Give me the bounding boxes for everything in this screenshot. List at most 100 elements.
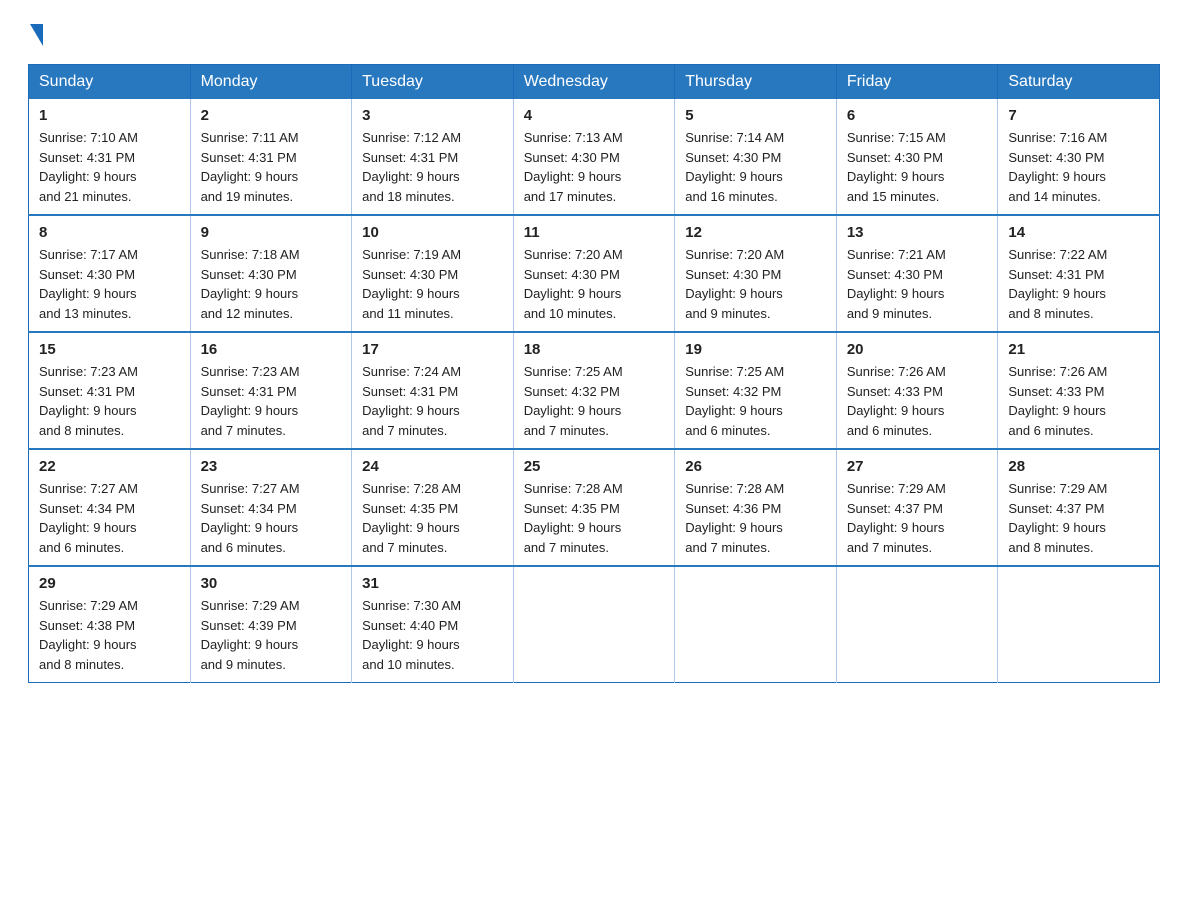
day-info: Sunrise: 7:22 AM Sunset: 4:31 PM Dayligh…	[1008, 245, 1149, 323]
calendar-cell: 2 Sunrise: 7:11 AM Sunset: 4:31 PM Dayli…	[190, 99, 352, 215]
day-number: 20	[847, 341, 988, 358]
day-number: 10	[362, 224, 503, 241]
day-info: Sunrise: 7:28 AM Sunset: 4:35 PM Dayligh…	[362, 479, 503, 557]
calendar-cell: 14 Sunrise: 7:22 AM Sunset: 4:31 PM Dayl…	[998, 215, 1160, 332]
calendar-cell: 16 Sunrise: 7:23 AM Sunset: 4:31 PM Dayl…	[190, 332, 352, 449]
day-info: Sunrise: 7:26 AM Sunset: 4:33 PM Dayligh…	[847, 362, 988, 440]
day-number: 11	[524, 224, 665, 241]
day-info: Sunrise: 7:23 AM Sunset: 4:31 PM Dayligh…	[39, 362, 180, 440]
calendar-cell: 24 Sunrise: 7:28 AM Sunset: 4:35 PM Dayl…	[352, 449, 514, 566]
day-number: 9	[201, 224, 342, 241]
day-info: Sunrise: 7:20 AM Sunset: 4:30 PM Dayligh…	[685, 245, 826, 323]
calendar-cell: 25 Sunrise: 7:28 AM Sunset: 4:35 PM Dayl…	[513, 449, 675, 566]
header-day-monday: Monday	[190, 65, 352, 100]
calendar-cell	[998, 566, 1160, 683]
day-info: Sunrise: 7:24 AM Sunset: 4:31 PM Dayligh…	[362, 362, 503, 440]
calendar-cell: 10 Sunrise: 7:19 AM Sunset: 4:30 PM Dayl…	[352, 215, 514, 332]
day-number: 21	[1008, 341, 1149, 358]
day-info: Sunrise: 7:18 AM Sunset: 4:30 PM Dayligh…	[201, 245, 342, 323]
day-number: 17	[362, 341, 503, 358]
logo-arrow-icon	[30, 24, 43, 46]
calendar-cell: 26 Sunrise: 7:28 AM Sunset: 4:36 PM Dayl…	[675, 449, 837, 566]
calendar-week-4: 22 Sunrise: 7:27 AM Sunset: 4:34 PM Dayl…	[29, 449, 1160, 566]
day-number: 8	[39, 224, 180, 241]
day-number: 6	[847, 107, 988, 124]
day-number: 23	[201, 458, 342, 475]
day-number: 1	[39, 107, 180, 124]
calendar-week-1: 1 Sunrise: 7:10 AM Sunset: 4:31 PM Dayli…	[29, 99, 1160, 215]
day-number: 2	[201, 107, 342, 124]
calendar-cell	[513, 566, 675, 683]
calendar-cell: 20 Sunrise: 7:26 AM Sunset: 4:33 PM Dayl…	[836, 332, 998, 449]
calendar-cell: 31 Sunrise: 7:30 AM Sunset: 4:40 PM Dayl…	[352, 566, 514, 683]
calendar-cell: 29 Sunrise: 7:29 AM Sunset: 4:38 PM Dayl…	[29, 566, 191, 683]
day-info: Sunrise: 7:26 AM Sunset: 4:33 PM Dayligh…	[1008, 362, 1149, 440]
calendar-cell: 8 Sunrise: 7:17 AM Sunset: 4:30 PM Dayli…	[29, 215, 191, 332]
calendar-cell: 6 Sunrise: 7:15 AM Sunset: 4:30 PM Dayli…	[836, 99, 998, 215]
day-info: Sunrise: 7:25 AM Sunset: 4:32 PM Dayligh…	[524, 362, 665, 440]
day-number: 13	[847, 224, 988, 241]
calendar-cell: 21 Sunrise: 7:26 AM Sunset: 4:33 PM Dayl…	[998, 332, 1160, 449]
calendar-table: SundayMondayTuesdayWednesdayThursdayFrid…	[28, 64, 1160, 683]
calendar-cell: 7 Sunrise: 7:16 AM Sunset: 4:30 PM Dayli…	[998, 99, 1160, 215]
calendar-cell: 18 Sunrise: 7:25 AM Sunset: 4:32 PM Dayl…	[513, 332, 675, 449]
day-info: Sunrise: 7:27 AM Sunset: 4:34 PM Dayligh…	[201, 479, 342, 557]
day-number: 26	[685, 458, 826, 475]
calendar-cell: 19 Sunrise: 7:25 AM Sunset: 4:32 PM Dayl…	[675, 332, 837, 449]
header-day-tuesday: Tuesday	[352, 65, 514, 100]
calendar-cell: 17 Sunrise: 7:24 AM Sunset: 4:31 PM Dayl…	[352, 332, 514, 449]
day-info: Sunrise: 7:13 AM Sunset: 4:30 PM Dayligh…	[524, 128, 665, 206]
calendar-cell: 23 Sunrise: 7:27 AM Sunset: 4:34 PM Dayl…	[190, 449, 352, 566]
header-day-saturday: Saturday	[998, 65, 1160, 100]
day-info: Sunrise: 7:25 AM Sunset: 4:32 PM Dayligh…	[685, 362, 826, 440]
day-number: 14	[1008, 224, 1149, 241]
calendar-week-2: 8 Sunrise: 7:17 AM Sunset: 4:30 PM Dayli…	[29, 215, 1160, 332]
day-info: Sunrise: 7:14 AM Sunset: 4:30 PM Dayligh…	[685, 128, 826, 206]
day-number: 12	[685, 224, 826, 241]
header-day-wednesday: Wednesday	[513, 65, 675, 100]
calendar-cell: 11 Sunrise: 7:20 AM Sunset: 4:30 PM Dayl…	[513, 215, 675, 332]
calendar-cell: 28 Sunrise: 7:29 AM Sunset: 4:37 PM Dayl…	[998, 449, 1160, 566]
day-info: Sunrise: 7:28 AM Sunset: 4:36 PM Dayligh…	[685, 479, 826, 557]
calendar-cell: 1 Sunrise: 7:10 AM Sunset: 4:31 PM Dayli…	[29, 99, 191, 215]
day-number: 3	[362, 107, 503, 124]
calendar-week-5: 29 Sunrise: 7:29 AM Sunset: 4:38 PM Dayl…	[29, 566, 1160, 683]
day-info: Sunrise: 7:29 AM Sunset: 4:37 PM Dayligh…	[847, 479, 988, 557]
logo	[28, 24, 45, 46]
day-info: Sunrise: 7:30 AM Sunset: 4:40 PM Dayligh…	[362, 596, 503, 674]
day-info: Sunrise: 7:21 AM Sunset: 4:30 PM Dayligh…	[847, 245, 988, 323]
calendar-cell: 12 Sunrise: 7:20 AM Sunset: 4:30 PM Dayl…	[675, 215, 837, 332]
day-info: Sunrise: 7:28 AM Sunset: 4:35 PM Dayligh…	[524, 479, 665, 557]
header-day-thursday: Thursday	[675, 65, 837, 100]
day-info: Sunrise: 7:17 AM Sunset: 4:30 PM Dayligh…	[39, 245, 180, 323]
day-info: Sunrise: 7:20 AM Sunset: 4:30 PM Dayligh…	[524, 245, 665, 323]
header-day-sunday: Sunday	[29, 65, 191, 100]
calendar-cell: 13 Sunrise: 7:21 AM Sunset: 4:30 PM Dayl…	[836, 215, 998, 332]
calendar-week-3: 15 Sunrise: 7:23 AM Sunset: 4:31 PM Dayl…	[29, 332, 1160, 449]
day-info: Sunrise: 7:10 AM Sunset: 4:31 PM Dayligh…	[39, 128, 180, 206]
day-number: 18	[524, 341, 665, 358]
day-info: Sunrise: 7:19 AM Sunset: 4:30 PM Dayligh…	[362, 245, 503, 323]
day-info: Sunrise: 7:16 AM Sunset: 4:30 PM Dayligh…	[1008, 128, 1149, 206]
calendar-cell: 5 Sunrise: 7:14 AM Sunset: 4:30 PM Dayli…	[675, 99, 837, 215]
day-info: Sunrise: 7:15 AM Sunset: 4:30 PM Dayligh…	[847, 128, 988, 206]
day-number: 31	[362, 575, 503, 592]
day-number: 4	[524, 107, 665, 124]
day-number: 24	[362, 458, 503, 475]
calendar-cell: 3 Sunrise: 7:12 AM Sunset: 4:31 PM Dayli…	[352, 99, 514, 215]
day-info: Sunrise: 7:27 AM Sunset: 4:34 PM Dayligh…	[39, 479, 180, 557]
calendar-cell: 27 Sunrise: 7:29 AM Sunset: 4:37 PM Dayl…	[836, 449, 998, 566]
calendar-cell: 9 Sunrise: 7:18 AM Sunset: 4:30 PM Dayli…	[190, 215, 352, 332]
day-number: 16	[201, 341, 342, 358]
calendar-cell	[836, 566, 998, 683]
calendar-cell	[675, 566, 837, 683]
day-number: 5	[685, 107, 826, 124]
day-info: Sunrise: 7:29 AM Sunset: 4:39 PM Dayligh…	[201, 596, 342, 674]
calendar-cell: 22 Sunrise: 7:27 AM Sunset: 4:34 PM Dayl…	[29, 449, 191, 566]
header-day-friday: Friday	[836, 65, 998, 100]
day-number: 22	[39, 458, 180, 475]
day-number: 25	[524, 458, 665, 475]
calendar-cell: 4 Sunrise: 7:13 AM Sunset: 4:30 PM Dayli…	[513, 99, 675, 215]
day-info: Sunrise: 7:29 AM Sunset: 4:37 PM Dayligh…	[1008, 479, 1149, 557]
day-info: Sunrise: 7:12 AM Sunset: 4:31 PM Dayligh…	[362, 128, 503, 206]
